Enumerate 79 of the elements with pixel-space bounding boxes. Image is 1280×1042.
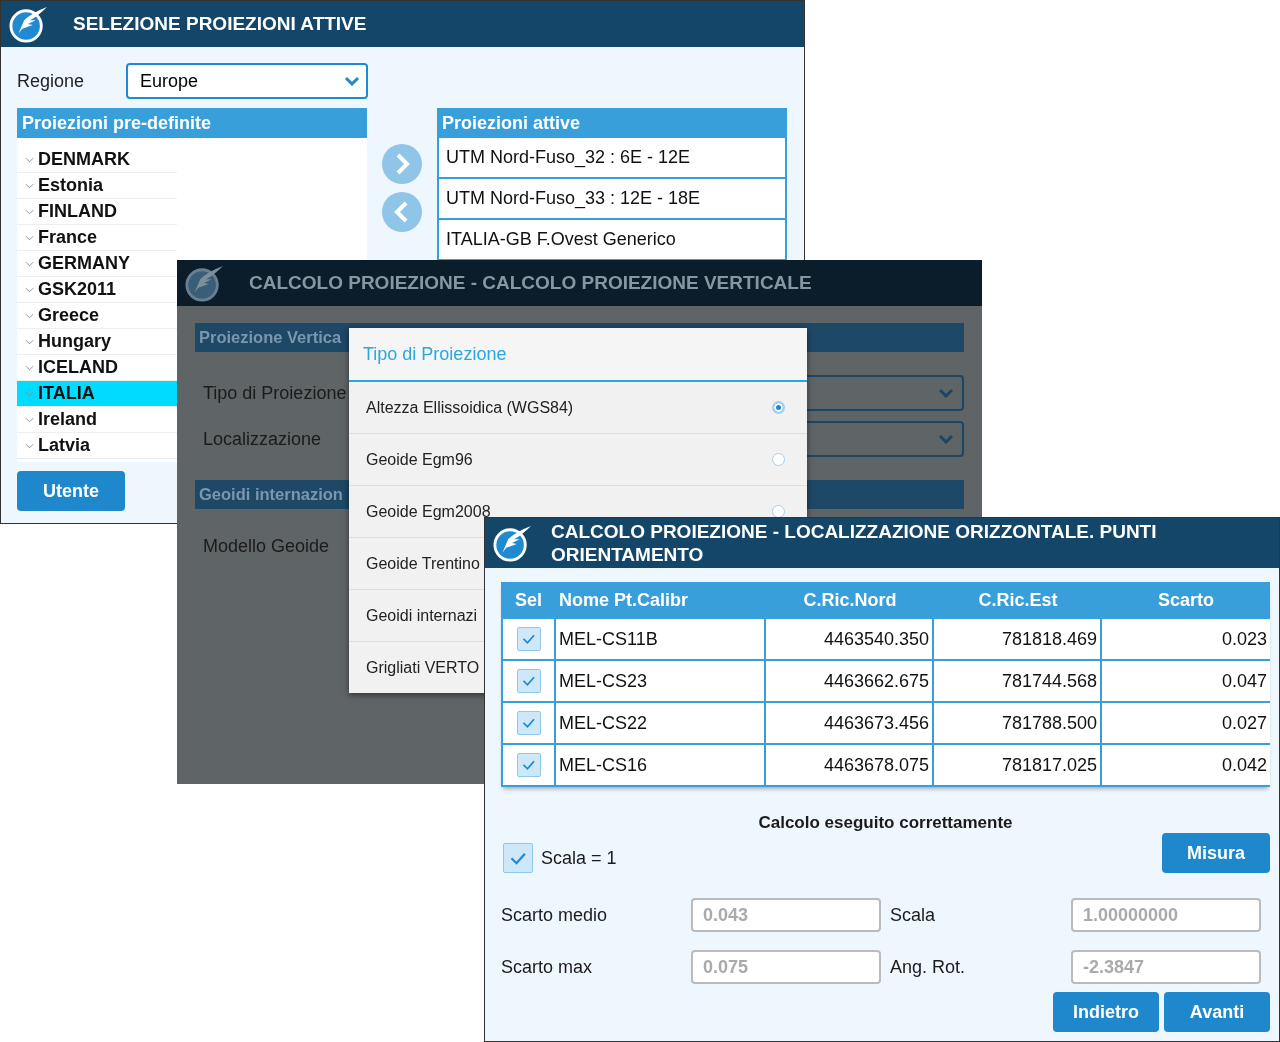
- active-projection-item[interactable]: ITALIA-GB F.Ovest Generico: [437, 220, 787, 261]
- checkbox[interactable]: [516, 711, 541, 735]
- projection-group-item[interactable]: GERMANY: [17, 251, 177, 277]
- status-message: Calcolo eseguito correttamente: [758, 813, 1013, 833]
- chevron-down-icon: [25, 312, 34, 319]
- field-label: Tipo di Proiezione: [203, 382, 347, 404]
- table-cell: 4463662.675: [766, 661, 934, 703]
- chevron-down-icon: [25, 182, 34, 189]
- checkbox[interactable]: [516, 753, 541, 777]
- chevron-down-icon: [25, 338, 34, 345]
- column-header: Sel: [514, 589, 543, 612]
- arrow-left-button[interactable]: [382, 192, 422, 232]
- readonly-field: 0.075: [691, 950, 881, 984]
- field-label: Scarto max: [501, 956, 594, 978]
- projection-group-item[interactable]: FINLAND: [17, 199, 177, 225]
- table-cell: MEL-CS16: [556, 745, 766, 787]
- chevron-down-icon: [344, 76, 360, 86]
- table-cell: 0.023: [1102, 619, 1270, 661]
- projection-group-item[interactable]: Estonia: [17, 173, 177, 199]
- table-cell: 4463673.456: [766, 703, 934, 745]
- region-dropdown[interactable]: Europe: [126, 63, 368, 99]
- radio-button[interactable]: [772, 453, 785, 466]
- chevron-down-icon: [938, 388, 954, 398]
- readonly-field: 1.00000000: [1071, 898, 1261, 932]
- projection-type-option[interactable]: Altezza Ellissoidica (WGS84): [349, 382, 807, 434]
- readonly-field: -2.3847: [1071, 950, 1261, 984]
- column-header: Nome Pt.Calibr: [558, 589, 690, 612]
- table-cell: MEL-CS23: [556, 661, 766, 703]
- window-title: CALCOLO PROIEZIONE - CALCOLO PROIEZIONE VERTICALE: [249, 272, 812, 294]
- checkbox[interactable]: [503, 843, 533, 873]
- checkbox[interactable]: [516, 669, 541, 693]
- utente-button[interactable]: Utente: [17, 471, 125, 511]
- nav-button[interactable]: Indietro: [1053, 992, 1159, 1032]
- table-cell: MEL-CS11B: [556, 619, 766, 661]
- table-cell: 4463678.075: [766, 745, 934, 787]
- window-title: SELEZIONE PROIEZIONI ATTIVE: [73, 13, 367, 35]
- projection-group-item[interactable]: DENMARK: [17, 147, 177, 173]
- table-cell: MEL-CS22: [556, 703, 766, 745]
- table-cell: 0.042: [1102, 745, 1270, 787]
- table-cell: 0.027: [1102, 703, 1270, 745]
- nav-button[interactable]: Avanti: [1164, 992, 1270, 1032]
- active-projection-item[interactable]: UTM Nord-Fuso_33 : 12E - 18E: [437, 179, 787, 220]
- field-label: Ang. Rot.: [889, 956, 967, 978]
- projection-group-item[interactable]: France: [17, 225, 177, 251]
- field-label: Scala: [889, 904, 937, 926]
- table-cell: 781788.500: [934, 703, 1102, 745]
- table-cell: 781818.469: [934, 619, 1102, 661]
- field-label: Localizzazione: [203, 428, 322, 450]
- projection-group-item[interactable]: ITALIA: [17, 381, 177, 407]
- radio-button[interactable]: [772, 401, 785, 414]
- checkbox[interactable]: [516, 627, 541, 651]
- list-header: Proiezioni pre-definite: [17, 108, 367, 138]
- misura-button[interactable]: Misura: [1161, 833, 1270, 873]
- arrow-right-button[interactable]: [382, 144, 422, 184]
- chevron-down-icon: [25, 286, 34, 293]
- table-cell: 781744.568: [934, 661, 1102, 703]
- column-header: C.Ric.Est: [977, 589, 1059, 612]
- table-cell: 781817.025: [934, 745, 1102, 787]
- field-label: Regione: [17, 70, 86, 92]
- column-header: Scarto: [1157, 589, 1215, 612]
- chevron-down-icon: [25, 156, 34, 163]
- active-projection-item[interactable]: UTM Nord-Fuso_32 : 6E - 12E: [437, 138, 787, 179]
- chevron-down-icon: [25, 390, 34, 397]
- chevron-down-icon: [25, 234, 34, 241]
- table-cell: 4463540.350: [766, 619, 934, 661]
- list-header: Proiezioni attive: [437, 108, 787, 138]
- chevron-down-icon: [25, 208, 34, 215]
- chevron-down-icon: [25, 442, 34, 449]
- field-label: Scarto medio: [501, 904, 609, 926]
- column-header: C.Ric.Nord: [802, 589, 898, 612]
- projection-type-option[interactable]: Geoide Egm96: [349, 434, 807, 486]
- table-cell: 0.047: [1102, 661, 1270, 703]
- chevron-down-icon: [938, 434, 954, 444]
- chevron-down-icon: [25, 416, 34, 423]
- readonly-field: 0.043: [691, 898, 881, 932]
- chevron-down-icon: [25, 260, 34, 267]
- field-label: Modello Geoide: [203, 535, 330, 557]
- checkbox-label: Scala = 1: [541, 847, 617, 869]
- chevron-down-icon: [25, 364, 34, 371]
